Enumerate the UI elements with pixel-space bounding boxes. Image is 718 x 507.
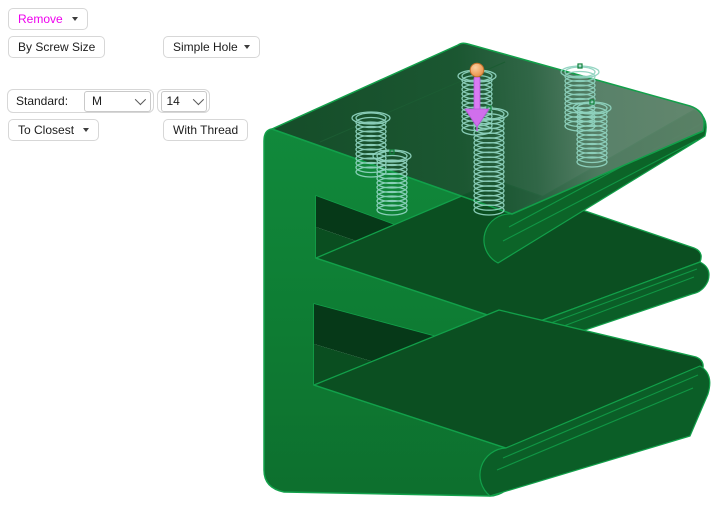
- triangle-down-icon: [83, 128, 90, 132]
- standard-value: M: [92, 94, 102, 108]
- standard-select[interactable]: M: [84, 90, 151, 112]
- manipulator-handle-sphere[interactable]: [469, 62, 485, 78]
- triangle-down-icon: [243, 45, 250, 49]
- app-canvas: Remove By Screw Size Simple Hole Standar…: [0, 0, 718, 507]
- 3d-viewport[interactable]: [0, 0, 718, 507]
- standard-label: Standard:: [16, 94, 69, 108]
- with-thread-button[interactable]: With Thread: [163, 119, 249, 141]
- chevron-down-icon: [134, 93, 147, 106]
- with-thread-label: With Thread: [173, 123, 239, 137]
- size-select[interactable]: 14: [160, 90, 207, 112]
- standard-group: Standard: M: [7, 89, 154, 113]
- triangle-down-icon: [71, 17, 78, 21]
- simple-hole-dropdown-button[interactable]: Simple Hole: [163, 36, 260, 58]
- remove-dropdown-button[interactable]: Remove: [8, 8, 88, 30]
- size-value: 14: [166, 94, 180, 108]
- by-screw-size-button[interactable]: By Screw Size: [8, 36, 106, 58]
- chevron-down-icon: [192, 93, 204, 106]
- simple-hole-label: Simple Hole: [173, 40, 238, 54]
- to-closest-label: To Closest: [18, 123, 75, 137]
- direction-arrow-shaft[interactable]: [473, 76, 481, 111]
- to-closest-dropdown-button[interactable]: To Closest: [8, 119, 100, 141]
- remove-label: Remove: [18, 12, 63, 26]
- by-screw-size-label: By Screw Size: [18, 40, 96, 54]
- size-group: 14: [157, 89, 210, 113]
